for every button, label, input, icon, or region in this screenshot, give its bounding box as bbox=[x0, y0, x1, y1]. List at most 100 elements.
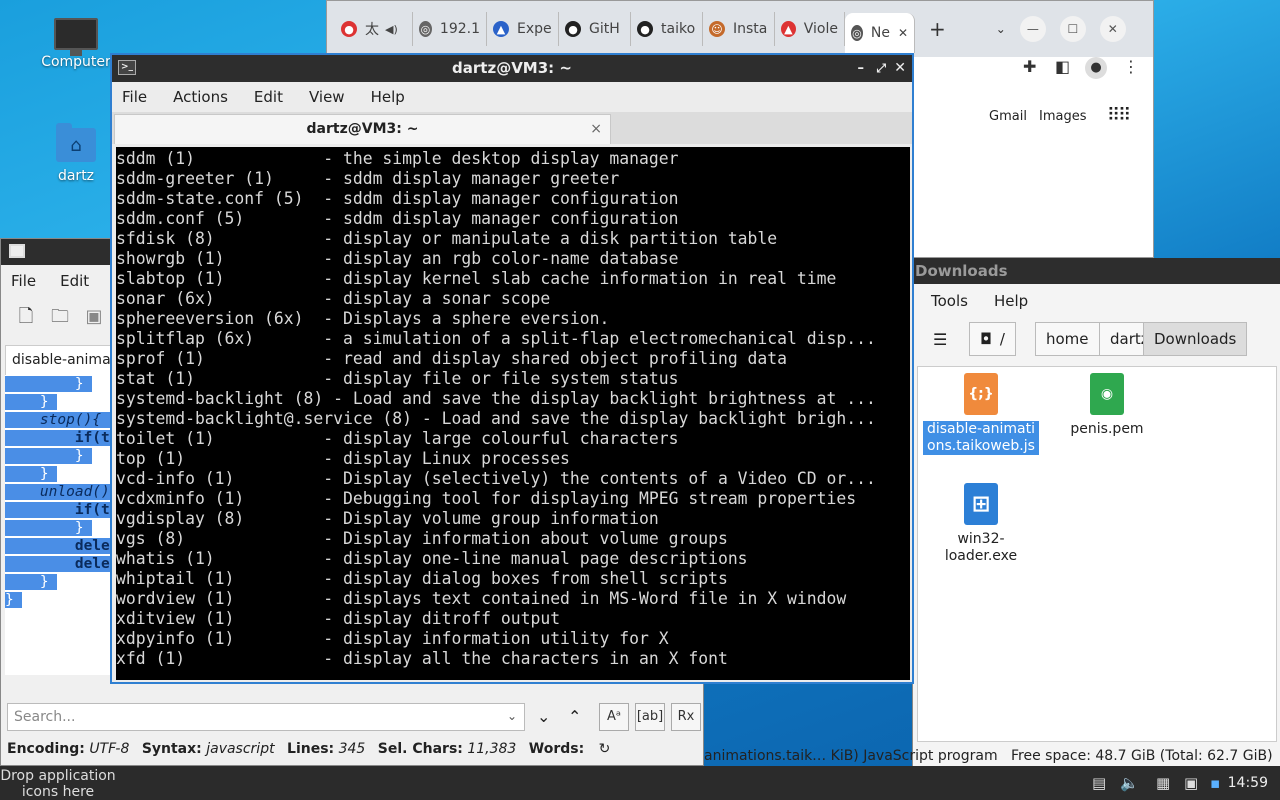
encoding-value: UTF-8 bbox=[89, 741, 130, 757]
sidepanel-icon[interactable]: ◧ bbox=[1055, 57, 1070, 76]
whole-word-button[interactable]: [ab] bbox=[635, 703, 665, 731]
regex-button[interactable]: Rx bbox=[671, 703, 701, 731]
search-input[interactable]: Search... bbox=[7, 703, 525, 731]
close-icon[interactable]: ✕ bbox=[898, 26, 908, 40]
editor-app-icon bbox=[9, 244, 25, 258]
certificate-file-icon: ◉ bbox=[1090, 373, 1124, 415]
breadcrumb-home[interactable]: home bbox=[1035, 322, 1100, 356]
clock[interactable]: 14:59 bbox=[1228, 775, 1268, 791]
code-text: } bbox=[39, 574, 49, 590]
menu-tools[interactable]: Tools bbox=[931, 292, 968, 310]
minimize-button[interactable]: – bbox=[858, 55, 865, 82]
terminal-line: sddm.conf (5) - sddm display manager con… bbox=[116, 209, 679, 228]
tab-label: GitH bbox=[589, 21, 620, 37]
browser-tab[interactable]: ● GitH bbox=[559, 12, 631, 46]
menu-file[interactable]: File bbox=[11, 272, 36, 290]
launcher-drop-hint: Drop application icons here bbox=[0, 768, 116, 800]
computer-icon bbox=[54, 18, 98, 56]
tab-label: Viole bbox=[803, 21, 838, 37]
clipboard-icon[interactable]: ▦ bbox=[1156, 774, 1170, 792]
code-line: unload() bbox=[5, 483, 113, 501]
code-line: } bbox=[5, 393, 113, 411]
instance-icon: ☺ bbox=[709, 21, 725, 37]
new-tab-button[interactable]: + bbox=[929, 17, 946, 41]
maximize-button[interactable]: ☐ bbox=[1059, 16, 1086, 42]
code-selection-tail bbox=[101, 412, 110, 428]
breadcrumb-downloads[interactable]: Downloads bbox=[1143, 322, 1248, 356]
gmail-link[interactable]: Gmail bbox=[989, 109, 1027, 124]
code-area[interactable]: } } stop(){ if(t } } unload() if(t } del… bbox=[5, 375, 113, 675]
encoding-label: Encoding: bbox=[7, 741, 85, 757]
save-icon[interactable]: ▣ bbox=[83, 306, 105, 328]
profile-icon[interactable]: ● bbox=[1085, 57, 1107, 79]
menu-file[interactable]: File bbox=[122, 88, 147, 106]
browser-tab[interactable]: ☺ Insta bbox=[703, 12, 775, 46]
volume-icon[interactable]: 🔈 bbox=[1120, 774, 1139, 792]
audio-icon: ◀) bbox=[385, 22, 398, 36]
find-next-button[interactable]: ⌄ bbox=[537, 707, 550, 726]
menu-help[interactable]: Help bbox=[371, 88, 405, 106]
terminal-line: slabtop (1) - display kernel slab cache … bbox=[116, 269, 837, 288]
images-link[interactable]: Images bbox=[1039, 109, 1087, 124]
network-icon[interactable]: ▣ bbox=[1184, 774, 1198, 792]
tab-favicon-icon: ● bbox=[341, 21, 357, 37]
file-item[interactable]: ⊞ win32-loader.exe bbox=[922, 483, 1040, 565]
code-text: } bbox=[74, 376, 84, 392]
notification-icon[interactable]: ▪ bbox=[1210, 774, 1220, 792]
browser-tab[interactable]: ● 太 ◀) bbox=[335, 12, 413, 46]
menu-edit[interactable]: Edit bbox=[254, 88, 283, 106]
close-button[interactable]: ✕ bbox=[894, 55, 906, 82]
search-history-chevron-icon[interactable]: ⌄ bbox=[507, 709, 517, 723]
close-icon[interactable]: × bbox=[590, 115, 602, 143]
terminal-line: xditview (1) - display ditroff output bbox=[116, 609, 561, 628]
browser-tab[interactable]: ● taiko bbox=[631, 12, 703, 46]
menu-kebab-icon[interactable]: ⋮ bbox=[1123, 57, 1139, 76]
match-case-button[interactable]: Aᵃ bbox=[599, 703, 629, 731]
lines-label: Lines: bbox=[287, 741, 335, 757]
extensions-icon[interactable]: ✚ bbox=[1023, 57, 1036, 76]
javascript-file-icon: {;} bbox=[964, 373, 998, 415]
apps-grid-icon[interactable]: ⠿⠿ bbox=[1107, 105, 1131, 126]
code-line: } bbox=[5, 375, 113, 393]
sel-chars-label: Sel. Chars: bbox=[377, 741, 463, 757]
list-view-icon[interactable]: ☰ bbox=[933, 330, 947, 349]
terminal-line: whatis (1) - display one-line manual pag… bbox=[116, 549, 748, 568]
code-text: } bbox=[74, 448, 84, 464]
file-item[interactable]: {;} disable-animations.taikoweb.js bbox=[922, 373, 1040, 455]
new-file-icon[interactable]: 🗋 bbox=[15, 306, 37, 328]
refresh-icon[interactable]: ↻ bbox=[599, 741, 611, 757]
terminal-line: systemd-backlight (8) - Load and save th… bbox=[116, 389, 876, 408]
code-selection-tail bbox=[48, 394, 58, 410]
terminal-line: sphereeversion (6x) - Displays a sphere … bbox=[116, 309, 610, 328]
desktop-icon-home[interactable]: ⌂ dartz bbox=[36, 123, 116, 184]
github-icon: ● bbox=[565, 21, 581, 37]
terminal-line: whiptail (1) - display dialog boxes from… bbox=[116, 569, 728, 588]
find-previous-button[interactable]: ⌃ bbox=[568, 707, 581, 726]
minimize-button[interactable]: — bbox=[1019, 16, 1046, 42]
desktop-icon-computer[interactable]: Computer bbox=[36, 18, 116, 70]
terminal-line: sprof (1) - read and display shared obje… bbox=[116, 349, 788, 368]
open-folder-icon[interactable]: 🗀 bbox=[49, 306, 71, 328]
terminal-line: toilet (1) - display large colourful cha… bbox=[116, 429, 679, 448]
code-line: dele bbox=[5, 555, 113, 573]
updates-icon[interactable]: ▤ bbox=[1092, 774, 1106, 792]
breadcrumb-root[interactable]: ◘ / bbox=[969, 322, 1016, 356]
menu-view[interactable]: View bbox=[309, 88, 345, 106]
file-name: penis.pem bbox=[1070, 421, 1144, 437]
terminal-tab[interactable]: dartz@VM3: ~ × bbox=[114, 114, 611, 144]
browser-tab-active[interactable]: ◎ Ne ✕ bbox=[845, 13, 915, 53]
file-item[interactable]: ◉ penis.pem bbox=[1048, 373, 1166, 438]
document-tab[interactable]: disable-animat bbox=[5, 345, 115, 375]
menu-help[interactable]: Help bbox=[994, 292, 1028, 310]
browser-tab[interactable]: ▲ Expe bbox=[487, 12, 559, 46]
browser-tab[interactable]: ◎ 192.1 bbox=[413, 12, 487, 46]
menu-edit[interactable]: Edit bbox=[60, 272, 89, 290]
browser-tab[interactable]: ▲ Viole bbox=[775, 12, 845, 46]
maximize-button[interactable]: ⤢ bbox=[876, 55, 886, 82]
code-indent bbox=[5, 574, 40, 590]
terminal-line: showrgb (1) - display an rgb color-name … bbox=[116, 249, 679, 268]
menu-actions[interactable]: Actions bbox=[173, 88, 228, 106]
close-button[interactable]: ✕ bbox=[1099, 16, 1126, 42]
chevron-down-icon[interactable]: ⌄ bbox=[996, 22, 1006, 36]
terminal-output[interactable]: sddm (1) - the simple desktop display ma… bbox=[116, 147, 910, 680]
